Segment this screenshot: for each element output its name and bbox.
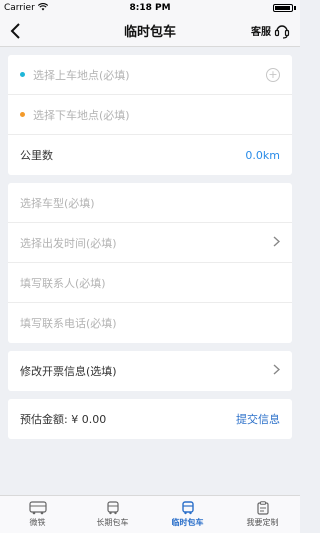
contact-name-placeholder: 填写联系人(必填) <box>20 276 106 290</box>
dropoff-placeholder: 选择下车地点(必填) <box>33 108 130 122</box>
submit-button[interactable]: 提交信息 <box>236 411 280 427</box>
customer-service-label: 客服 <box>251 27 271 38</box>
pickup-placeholder: 选择上车地点(必填) <box>33 68 130 82</box>
tab-temporary-charter[interactable]: 临时包车 <box>150 496 225 533</box>
departure-time-row[interactable]: 选择出发时间(必填) <box>8 223 292 263</box>
tab-label: 我要定制 <box>246 518 279 527</box>
vehicle-type-placeholder: 选择车型(必填) <box>20 196 95 210</box>
wifi-icon <box>37 2 48 13</box>
details-card: 选择车型(必填) 选择出发时间(必填) 填写联系人(必填) 填写联系电话(必填) <box>8 183 292 343</box>
battery-icon <box>273 3 296 12</box>
chevron-right-icon <box>273 363 281 379</box>
dropoff-dot-icon <box>20 112 25 117</box>
bus-icon <box>106 501 119 515</box>
invoice-row[interactable]: 修改开票信息(选填) <box>8 351 292 391</box>
distance-row: 公里数 0.0km <box>8 135 292 175</box>
distance-value: 0.0km <box>245 148 280 162</box>
pickup-dot-icon <box>20 72 25 77</box>
chevron-left-icon <box>10 22 20 39</box>
nav-bar: 临时包车 客服 <box>0 15 300 47</box>
tab-label: 临时包车 <box>171 518 204 527</box>
add-stop-button[interactable]: + <box>266 67 280 82</box>
carrier-label: Carrier <box>4 2 35 13</box>
status-bar: Carrier 8:18 PM <box>0 0 300 15</box>
departure-time-placeholder: 选择出发时间(必填) <box>20 236 117 250</box>
tab-bar: 微铁 长期包车 临时包车 我要定制 <box>0 495 300 533</box>
contact-phone-placeholder: 填写联系电话(必填) <box>20 317 117 330</box>
bus-icon <box>181 501 194 515</box>
estimate-card: 预估金额: ¥ 0.00 提交信息 <box>8 399 292 439</box>
invoice-label: 修改开票信息(选填) <box>20 365 117 378</box>
customer-service-button[interactable]: 客服 <box>251 22 290 40</box>
headset-icon <box>274 24 290 39</box>
chevron-right-icon <box>273 235 281 251</box>
bus-icon <box>28 501 47 515</box>
tab-long-term-charter[interactable]: 长期包车 <box>75 496 150 533</box>
distance-label: 公里数 <box>20 149 53 162</box>
back-button[interactable] <box>10 19 34 43</box>
tab-weitie[interactable]: 微铁 <box>0 496 75 533</box>
tab-customize[interactable]: 我要定制 <box>225 496 300 533</box>
estimate-row: 预估金额: ¥ 0.00 提交信息 <box>8 399 292 439</box>
contact-phone-field[interactable]: 填写联系电话(必填) <box>8 303 292 343</box>
trip-card: 选择上车地点(必填) + 选择下车地点(必填) 公里数 0.0km <box>8 55 292 175</box>
pickup-row[interactable]: 选择上车地点(必填) + <box>8 55 292 95</box>
tab-label: 长期包车 <box>96 518 129 527</box>
contact-name-field[interactable]: 填写联系人(必填) <box>8 263 292 303</box>
estimate-label: 预估金额: ¥ 0.00 <box>20 413 107 426</box>
clipboard-icon <box>256 501 269 515</box>
status-left: Carrier <box>4 3 48 13</box>
vehicle-type-row[interactable]: 选择车型(必填) <box>8 183 292 223</box>
dropoff-row[interactable]: 选择下车地点(必填) <box>8 95 292 135</box>
tab-label: 微铁 <box>29 518 46 527</box>
invoice-card: 修改开票信息(选填) <box>8 351 292 391</box>
